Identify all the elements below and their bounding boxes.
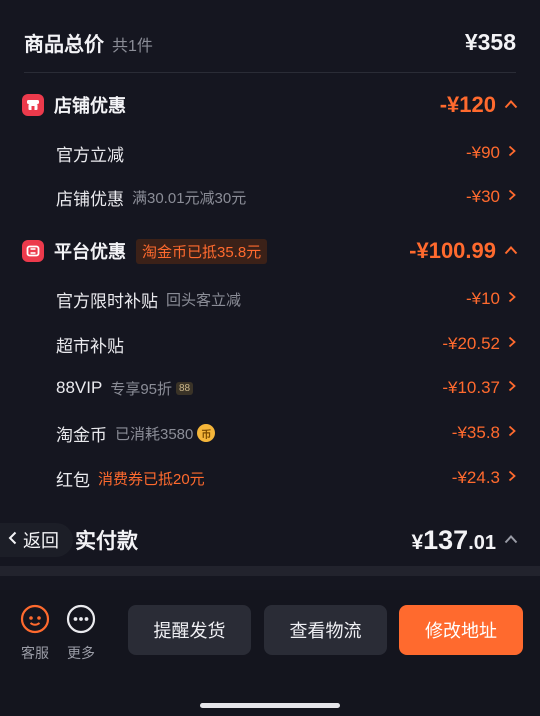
actual-payment-amount: ¥137.01 <box>411 525 496 556</box>
item-label: 淘金币 <box>56 425 107 445</box>
item-label: 红包 <box>56 470 90 490</box>
item-count: 共1件 <box>112 37 153 55</box>
customer-service-button[interactable]: 客服 <box>17 604 53 663</box>
discount-item-store[interactable]: 店铺优惠 满30.01元减30元 -¥30 <box>56 181 516 213</box>
platform-discount-amount: -¥100.99 <box>409 238 496 263</box>
item-amount: -¥10 <box>465 289 500 308</box>
item-label: 88VIP <box>56 378 103 397</box>
item-amount: -¥20.52 <box>442 334 500 353</box>
total-price: ¥358 <box>464 28 516 55</box>
section-separator <box>0 566 540 576</box>
item-desc: 满30.01元减30元 <box>132 189 247 207</box>
item-label: 官方限时补贴 <box>56 291 158 311</box>
item-desc: 已消耗3580 <box>115 425 194 443</box>
chevron-right-icon[interactable] <box>508 144 516 162</box>
back-button[interactable]: 返回 <box>0 523 73 557</box>
actual-payment-row: 返回 实付款 ¥137.01 <box>0 520 518 560</box>
more-label: 更多 <box>67 645 95 661</box>
item-amount: -¥10.37 <box>442 378 500 397</box>
item-amount: -¥90 <box>465 143 500 162</box>
actual-payment-label: 实付款 <box>75 530 138 553</box>
store-discount-header[interactable]: 店铺优惠 -¥120 <box>22 87 518 123</box>
customer-service-icon <box>20 604 50 639</box>
store-discount-amount: -¥120 <box>439 92 496 117</box>
chevron-up-icon[interactable] <box>504 531 518 549</box>
item-amount: -¥30 <box>465 187 500 206</box>
platform-icon <box>22 240 44 262</box>
service-label: 客服 <box>21 645 49 661</box>
platform-discount-header[interactable]: 平台优惠 淘金币已抵35.8元 -¥100.99 <box>22 233 518 269</box>
back-label: 返回 <box>23 531 59 551</box>
item-desc: 专享95折 <box>110 380 172 398</box>
discount-item-88vip[interactable]: 88VIP 专享95折 88 -¥10.37 <box>56 372 516 404</box>
remind-shipping-button[interactable]: 提醒发货 <box>128 605 251 655</box>
discount-item-official[interactable]: 官方立减 -¥90 <box>56 137 516 169</box>
item-amount: -¥35.8 <box>451 423 500 442</box>
chevron-right-icon[interactable] <box>508 188 516 206</box>
total-price-row: 商品总价 共1件 ¥358 <box>0 22 540 62</box>
divider <box>24 72 516 73</box>
discount-item-supermarket[interactable]: 超市补贴 -¥20.52 <box>56 328 516 360</box>
item-desc: 回头客立减 <box>166 291 242 309</box>
coin-icon: 币 <box>197 424 216 442</box>
chevron-right-icon[interactable] <box>508 290 516 308</box>
amount-decimal: .01 <box>468 531 496 554</box>
88vip-badge: 88 <box>176 381 194 395</box>
home-indicator <box>200 703 340 708</box>
store-discount-title: 店铺优惠 <box>54 96 126 116</box>
chevron-right-icon[interactable] <box>508 424 516 442</box>
more-icon <box>66 604 96 639</box>
item-amount: -¥24.3 <box>451 468 500 487</box>
discount-item-time-subsidy[interactable]: 官方限时补贴 回头客立减 -¥10 <box>56 283 516 315</box>
chevron-left-icon <box>8 531 17 550</box>
item-label: 官方立减 <box>56 145 124 165</box>
store-icon <box>22 94 44 116</box>
discount-item-taojinbi[interactable]: 淘金币 已消耗3580 币 -¥35.8 <box>56 417 516 449</box>
total-title: 商品总价 <box>24 33 104 56</box>
more-button[interactable]: 更多 <box>63 604 99 663</box>
coin-deduct-tag: 淘金币已抵35.8元 <box>136 238 268 264</box>
item-label: 店铺优惠 <box>56 189 124 209</box>
bottom-action-bar: 客服 更多 提醒发货 查看物流 修改地址 <box>0 590 540 716</box>
item-desc: 消费券已抵20元 <box>98 470 205 488</box>
discount-item-red-packet[interactable]: 红包 消费券已抵20元 -¥24.3 <box>56 462 516 494</box>
amount-integer: 137 <box>423 524 469 555</box>
chevron-right-icon[interactable] <box>508 335 516 353</box>
modify-address-button[interactable]: 修改地址 <box>399 605 523 655</box>
view-logistics-button[interactable]: 查看物流 <box>264 605 387 655</box>
chevron-right-icon[interactable] <box>508 469 516 487</box>
currency-symbol: ¥ <box>411 530 424 554</box>
chevron-up-icon[interactable] <box>504 96 518 114</box>
chevron-up-icon[interactable] <box>504 242 518 260</box>
platform-discount-title: 平台优惠 <box>54 242 126 262</box>
chevron-right-icon[interactable] <box>508 379 516 397</box>
item-label: 超市补贴 <box>56 336 124 356</box>
